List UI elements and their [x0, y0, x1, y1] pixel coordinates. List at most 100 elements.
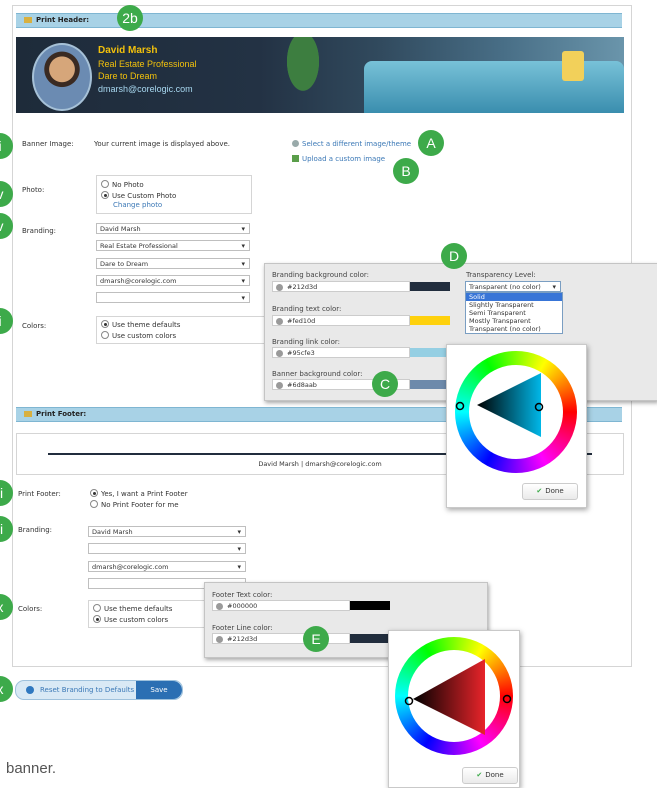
footer-option-no[interactable]: No Print Footer for me [90, 500, 179, 509]
footer-line-color-value: #212d3d [227, 635, 258, 643]
footer-text-color-input[interactable]: #000000 [212, 600, 350, 611]
caption-text: banner. [6, 760, 57, 777]
photo-options-box: No Photo Use Custom Photo Change photo [96, 175, 252, 214]
transparency-option-slightly[interactable]: Slightly Transparent [466, 301, 562, 309]
banner-bg-value: #6d8aab [287, 381, 317, 389]
banner-tagline: Dare to Dream [98, 71, 158, 81]
transparency-option-semi[interactable]: Semi Transparent [466, 309, 562, 317]
upload-image-link[interactable]: Upload a custom image [292, 155, 385, 163]
plant-image [278, 37, 328, 107]
branding-select-email[interactable]: dmarsh@corelogic.com ▾ [96, 275, 250, 286]
done-button-footer[interactable]: ✔ Done [462, 767, 518, 784]
banner-image-label: Banner Image: [22, 140, 74, 148]
footer-line-color-label: Footer Line color: [212, 624, 273, 632]
reset-branding-button[interactable]: Reset Branding to Defaults [40, 681, 134, 699]
done-button[interactable]: ✔ Done [522, 483, 578, 500]
saturation-triangle[interactable] [455, 351, 577, 473]
footer-colors-box: Use theme defaults Use custom colors [88, 600, 220, 628]
branding-text-swatch[interactable] [410, 316, 450, 325]
footer-select-name[interactable]: David Marsh ▾ [88, 526, 246, 537]
help-icon [276, 350, 283, 357]
footer-text-color-value: #000000 [227, 602, 258, 610]
branding-link-value: #95cfe3 [287, 349, 315, 357]
footer-line-color-input[interactable]: #212d3d [212, 633, 350, 644]
callout-e: E [303, 626, 329, 652]
help-icon [276, 284, 283, 291]
branding-select-title[interactable]: Real Estate Professional ▾ [96, 240, 250, 251]
banner-preview: David Marsh Real Estate Professional Dar… [16, 37, 624, 113]
footer-colors-option-custom[interactable]: Use custom colors [93, 615, 168, 624]
print-header-title: Print Header: [36, 16, 90, 24]
radio-footer-theme[interactable] [93, 604, 101, 612]
select-image-link-label: Select a different image/theme [302, 140, 412, 148]
reset-save-bar: Reset Branding to Defaults Save [15, 680, 183, 700]
saturation-triangle[interactable] [395, 637, 513, 755]
callout-d: D [441, 243, 467, 269]
radio-footer-custom[interactable] [93, 615, 101, 623]
radio-no-photo[interactable] [101, 180, 109, 188]
footer-colors-option-theme[interactable]: Use theme defaults [93, 604, 172, 613]
banner-bg-swatch[interactable] [410, 380, 450, 389]
photo-option-none-label: No Photo [112, 181, 144, 189]
colors-option-theme-label: Use theme defaults [112, 321, 181, 329]
photo-option-custom[interactable]: Use Custom Photo [101, 191, 176, 200]
branding-bg-label: Branding background color: [272, 271, 369, 279]
branding-link-swatch[interactable] [410, 348, 450, 357]
header-color-picker: ✔ Done [446, 344, 587, 508]
save-button[interactable]: Save [136, 681, 182, 699]
transparency-option-none[interactable]: Transparent (no color) [466, 325, 562, 333]
radio-custom-photo[interactable] [101, 191, 109, 199]
banner-email: dmarsh@corelogic.com [98, 84, 193, 94]
transparency-label: Transparency Level: [466, 271, 536, 279]
change-photo-link[interactable]: Change photo [113, 201, 162, 209]
photo-option-none[interactable]: No Photo [101, 180, 144, 189]
print-icon [24, 411, 32, 417]
footer-text-color-swatch[interactable] [350, 601, 390, 610]
footer-select-email[interactable]: dmarsh@corelogic.com ▾ [88, 561, 246, 572]
footer-option-yes[interactable]: Yes, I want a Print Footer [90, 489, 188, 498]
transparency-options-list: Solid Slightly Transparent Semi Transpar… [465, 292, 563, 334]
dropdown-arrow-icon: ▾ [241, 277, 245, 285]
image-icon [292, 140, 299, 147]
banner-bg-label: Banner background color: [272, 370, 363, 378]
branding-link-label: Branding link color: [272, 338, 340, 346]
footer-select-email-value: dmarsh@corelogic.com [92, 563, 169, 571]
transparency-select[interactable]: Transparent (no color) ▾ [465, 281, 561, 292]
done-button-footer-label: Done [485, 771, 504, 779]
branding-bg-swatch[interactable] [410, 282, 450, 291]
footer-select-2[interactable]: ▾ [88, 543, 246, 554]
done-button-label: Done [545, 487, 564, 495]
banner-title: Real Estate Professional [98, 59, 197, 69]
help-icon [276, 382, 283, 389]
branding-text-input[interactable]: #fed10d [272, 315, 410, 326]
branding-select-tagline-value: Dare to Dream [100, 260, 149, 268]
branding-select-name[interactable]: David Marsh ▾ [96, 223, 250, 234]
branding-select-extra[interactable]: ▾ [96, 292, 250, 303]
footer-line-color-swatch[interactable] [350, 634, 390, 643]
footer-color-picker [388, 630, 520, 788]
branding-bg-input[interactable]: #212d3d [272, 281, 410, 292]
radio-custom-colors[interactable] [101, 331, 109, 339]
help-icon [276, 318, 283, 325]
radio-theme-defaults[interactable] [101, 320, 109, 328]
branding-select-tagline[interactable]: Dare to Dream ▾ [96, 258, 250, 269]
branding-select-email-value: dmarsh@corelogic.com [100, 277, 177, 285]
dropdown-arrow-icon: ▾ [241, 242, 245, 250]
print-header-bar: Print Header: [16, 13, 622, 28]
footer-text-color-label: Footer Text color: [212, 591, 273, 599]
colors-option-theme[interactable]: Use theme defaults [101, 320, 180, 329]
colors-option-custom[interactable]: Use custom colors [101, 331, 176, 340]
branding-select-name-value: David Marsh [100, 225, 141, 233]
avatar [32, 43, 92, 111]
colors-option-custom-label: Use custom colors [112, 332, 177, 340]
radio-footer-no[interactable] [90, 500, 98, 508]
transparency-option-solid[interactable]: Solid [466, 293, 562, 301]
branding-link-input[interactable]: #95cfe3 [272, 347, 410, 358]
print-footer-label: Print Footer: [18, 490, 61, 498]
upload-icon [292, 155, 299, 162]
banner-name: David Marsh [98, 45, 158, 56]
radio-footer-yes[interactable] [90, 489, 98, 497]
transparency-option-mostly[interactable]: Mostly Transparent [466, 317, 562, 325]
select-image-link[interactable]: Select a different image/theme [292, 140, 411, 148]
branding-bg-value: #212d3d [287, 283, 318, 291]
